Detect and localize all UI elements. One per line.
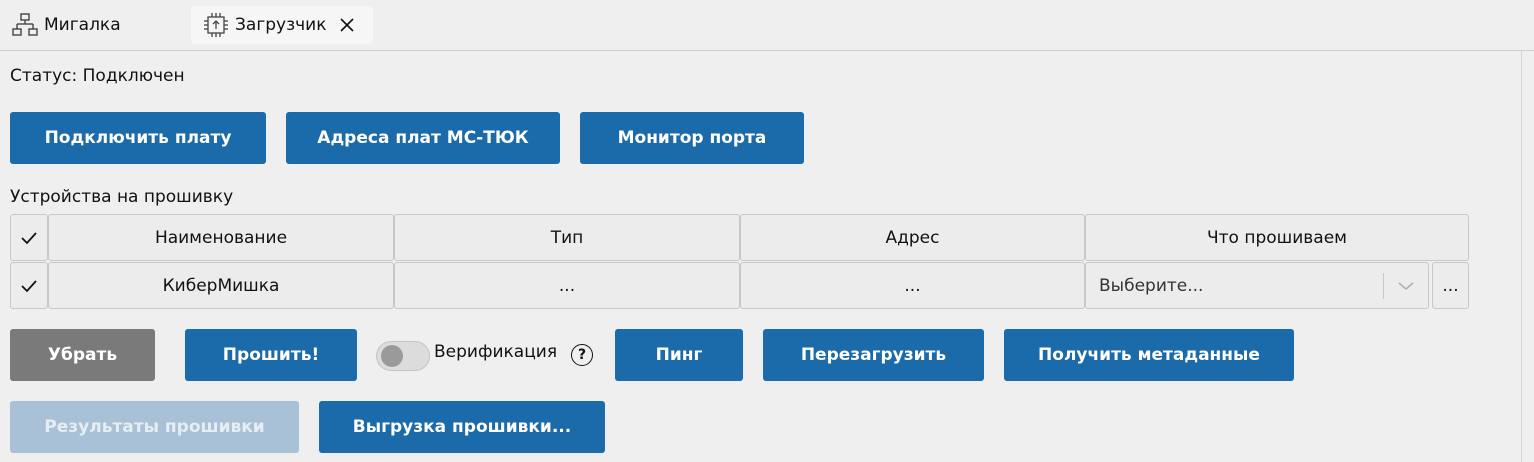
column-header-firmware[interactable]: Что прошиваем: [1085, 214, 1469, 261]
column-header-type[interactable]: Тип: [394, 214, 740, 261]
firmware-select[interactable]: Выберите...: [1085, 262, 1429, 309]
tab-migalka[interactable]: Мигалка: [10, 6, 121, 44]
check-icon: [21, 231, 37, 244]
devices-section-label: Устройства на прошивку: [10, 187, 234, 207]
tab-label: Загрузчик: [235, 15, 327, 35]
chip-upload-icon: [201, 10, 231, 40]
vertical-scrollbar[interactable]: [1521, 51, 1534, 462]
chevron-down-icon[interactable]: [1384, 280, 1428, 292]
row-type-cell[interactable]: ...: [394, 262, 740, 309]
toggle-knob: [381, 345, 403, 367]
connect-board-button[interactable]: Подключить плату: [10, 112, 266, 164]
row-address-cell[interactable]: ...: [740, 262, 1085, 309]
firmware-select-value: Выберите...: [1099, 275, 1204, 296]
browse-firmware-button[interactable]: ...: [1432, 262, 1469, 309]
flash-results-button[interactable]: Результаты прошивки: [10, 401, 299, 453]
verification-label: Верификация: [434, 342, 558, 362]
port-monitor-button[interactable]: Монитор порта: [580, 112, 804, 164]
get-metadata-button[interactable]: Получить метаданные: [1004, 329, 1294, 381]
board-addresses-button[interactable]: Адреса плат МС-ТЮК: [286, 112, 560, 164]
tab-label: Мигалка: [44, 15, 121, 35]
remove-button[interactable]: Убрать: [10, 329, 155, 381]
flash-button[interactable]: Прошить!: [185, 329, 357, 381]
tab-zagruzchik[interactable]: Загрузчик: [191, 6, 373, 44]
select-all-checkbox[interactable]: [10, 214, 48, 261]
help-icon[interactable]: ?: [571, 344, 593, 366]
tab-bar: Мигалка Загрузчик: [0, 0, 1534, 51]
export-firmware-button[interactable]: Выгрузка прошивки...: [319, 401, 605, 453]
close-icon[interactable]: [337, 15, 357, 35]
status-text: Статус: Подключен: [10, 66, 185, 86]
reboot-button[interactable]: Перезагрузить: [763, 329, 984, 381]
network-icon: [10, 10, 40, 40]
column-header-name[interactable]: Наименование: [48, 214, 394, 261]
ping-button[interactable]: Пинг: [615, 329, 743, 381]
check-icon: [21, 279, 37, 292]
row-name-cell[interactable]: КиберМишка: [48, 262, 394, 309]
column-header-address[interactable]: Адрес: [740, 214, 1085, 261]
row-checkbox[interactable]: [10, 262, 48, 309]
verification-toggle[interactable]: [376, 341, 430, 371]
